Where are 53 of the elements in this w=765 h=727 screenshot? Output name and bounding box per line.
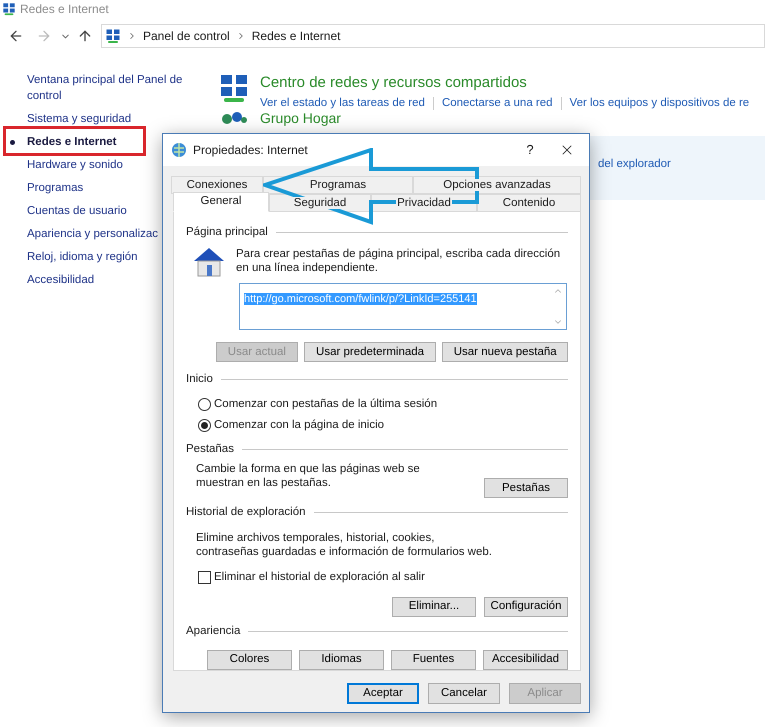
tab[interactable]: General <box>173 192 269 212</box>
description-text: Elimine archivos temporales, historial, cookies, contraseñas guardadas e información de formularios web. <box>196 530 493 558</box>
people-icon <box>220 110 248 125</box>
house-icon <box>192 247 226 278</box>
dialog-button[interactable]: Pestañas <box>484 478 568 498</box>
category-link[interactable]: Conectarse a una red <box>442 94 553 112</box>
up-icon[interactable] <box>77 28 93 44</box>
help-button[interactable]: ? <box>507 140 553 160</box>
back-icon[interactable] <box>8 28 24 44</box>
sidebar-item[interactable]: Ventana principal del Panel de control <box>27 72 197 104</box>
dialog-title: Propiedades: Internet <box>193 142 309 159</box>
category-link[interactable]: Ver los equipos y dispositivos de re <box>570 94 750 112</box>
checkbox[interactable] <box>198 570 211 584</box>
tab[interactable]: Programas <box>263 176 413 194</box>
radio-button[interactable] <box>198 418 211 432</box>
tab[interactable]: Opciones avanzadas <box>413 176 581 194</box>
bullet-icon <box>10 140 15 145</box>
section-heading: Apariencia <box>186 624 240 639</box>
section-heading: Historial de exploración <box>186 505 306 520</box>
section-heading: Pestañas <box>186 442 234 457</box>
description-text: Cambie la forma en que las páginas web se muestran en las pestañas. <box>196 462 421 490</box>
tab[interactable]: Contenido <box>477 194 581 212</box>
hint-text: Para crear pestañas de página principal, escriba cada dirección en una línea independiente. <box>236 247 562 276</box>
dialog-button[interactable]: Eliminar... <box>392 596 476 617</box>
breadcrumb-item[interactable]: Redes e Internet <box>252 27 340 45</box>
category-link[interactable]: Ver el estado y las tareas de red <box>260 94 425 112</box>
address-bar[interactable]: Panel de control Redes e Internet <box>101 24 765 48</box>
tab[interactable]: Seguridad <box>269 194 371 212</box>
dialog-button[interactable]: Fuentes <box>391 650 476 670</box>
window-title: Redes e Internet <box>20 1 109 18</box>
dialog-button[interactable]: Aceptar <box>347 683 419 704</box>
dialog-button[interactable]: Usar nueva pestaña <box>442 342 568 362</box>
radio-label: Comenzar con pestañas de la última sesión <box>214 396 438 412</box>
network-icon <box>105 28 121 44</box>
dialog-button[interactable]: Cancelar <box>428 683 500 704</box>
category-link[interactable]: del explorador <box>598 156 671 174</box>
dialog-button[interactable]: Configuración <box>484 596 568 617</box>
category-title[interactable]: Centro de redes y recursos compartidos <box>260 72 750 94</box>
network-icon <box>218 72 250 104</box>
radio-label: Comenzar con la página de inicio <box>214 418 384 433</box>
dialog-button[interactable]: Accesibilidad <box>483 650 568 670</box>
section-heading: Página principal <box>186 225 268 240</box>
dialog-button[interactable]: Colores <box>207 650 292 670</box>
dialog-button[interactable]: Usar predeterminada <box>304 342 436 362</box>
breadcrumb-item[interactable]: Panel de control <box>143 27 230 45</box>
sidebar-item[interactable]: Sistema y seguridad <box>27 111 218 127</box>
dialog-button[interactable]: Idiomas <box>299 650 384 670</box>
section-heading: Inicio <box>186 372 213 388</box>
radio-button[interactable] <box>198 398 211 411</box>
checkbox-label: Eliminar el historial de exploración al salir <box>214 570 425 584</box>
network-icon <box>2 2 16 16</box>
category-title[interactable]: Grupo Hogar <box>260 110 341 126</box>
globe-icon <box>171 142 187 158</box>
